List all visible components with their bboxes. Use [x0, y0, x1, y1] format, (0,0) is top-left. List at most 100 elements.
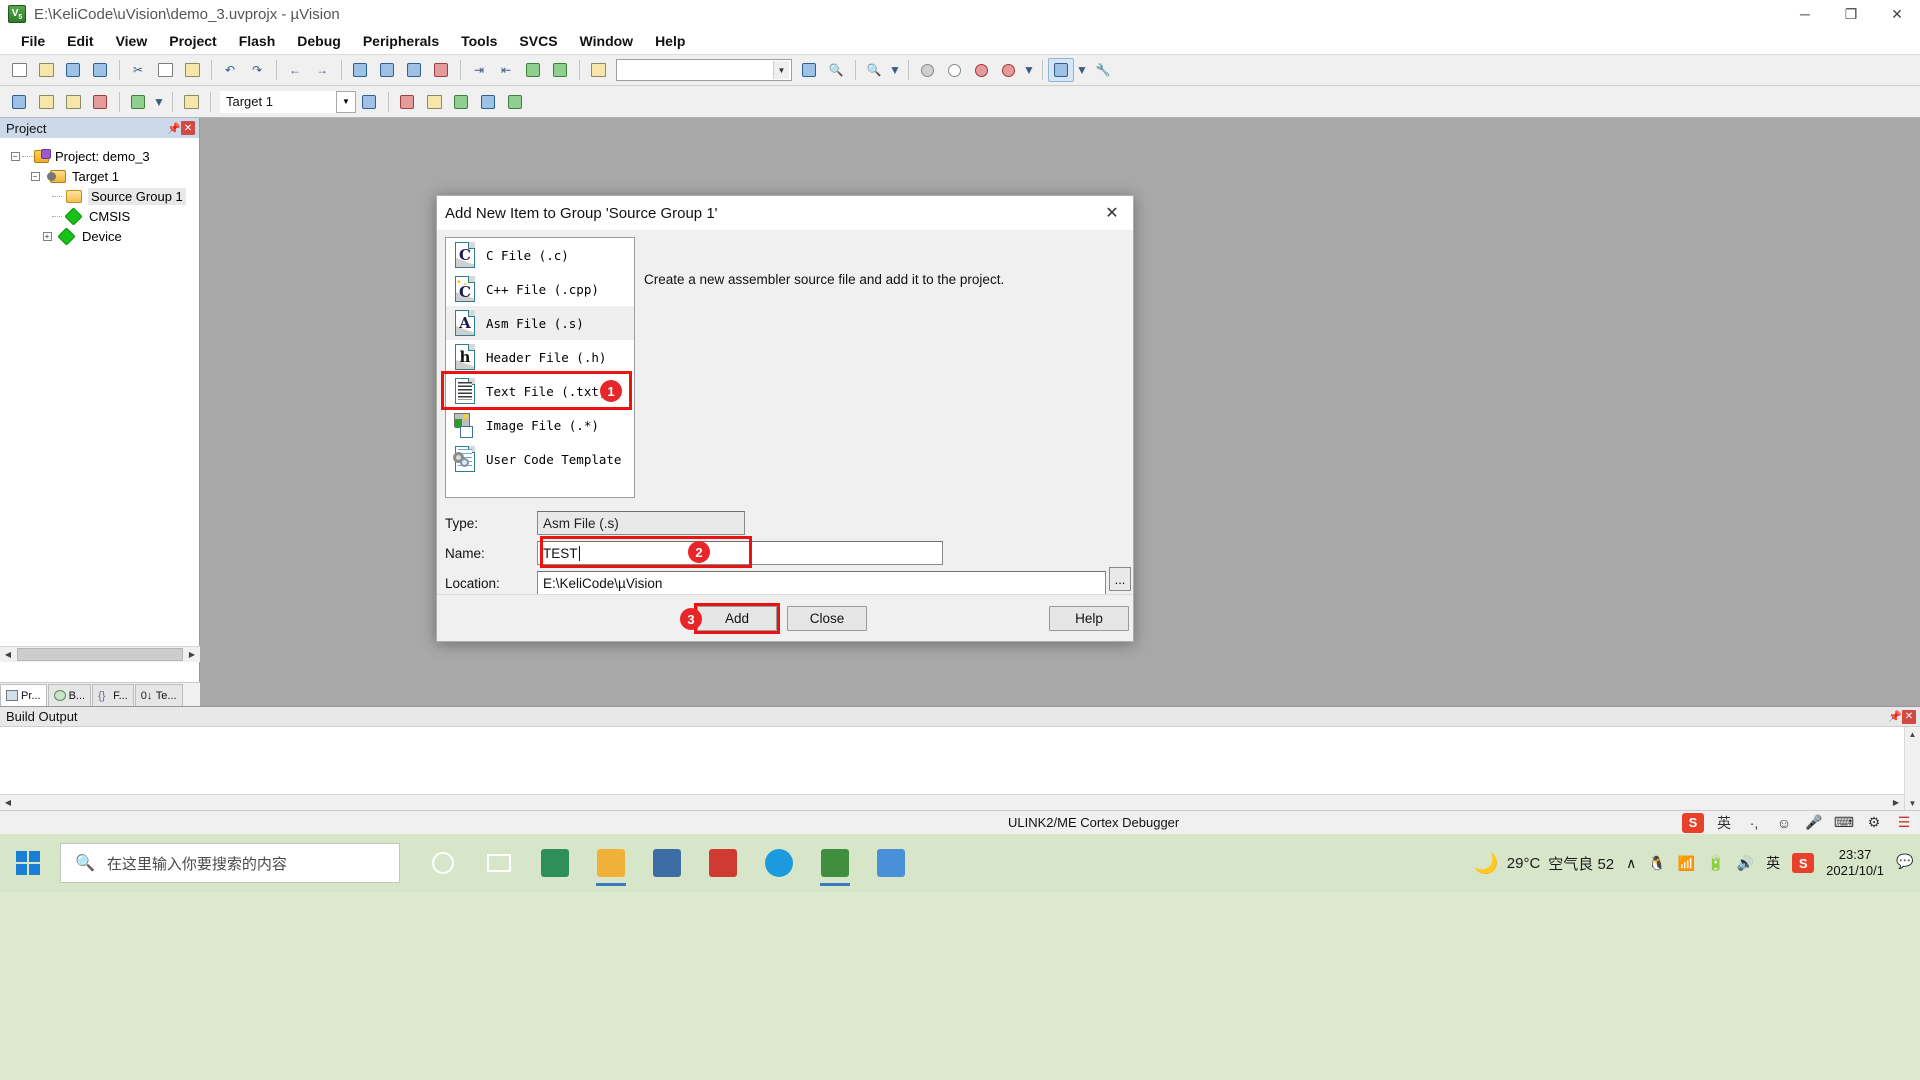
- sogou-icon[interactable]: S: [1682, 812, 1704, 833]
- target-selector[interactable]: Target 1: [220, 90, 336, 113]
- chevron-down-icon[interactable]: ▼: [773, 61, 789, 79]
- scroll-left-icon[interactable]: ◀: [0, 647, 16, 662]
- copy-icon[interactable]: [152, 58, 178, 82]
- breakpoint-disable-icon[interactable]: [941, 58, 967, 82]
- cortana-icon[interactable]: [426, 840, 460, 886]
- batch-build-icon[interactable]: [87, 90, 113, 114]
- volume-icon[interactable]: 🔊: [1737, 855, 1754, 872]
- download-icon[interactable]: [178, 90, 204, 114]
- cancel-button[interactable]: Close: [787, 606, 867, 631]
- pin-icon[interactable]: 📌: [1888, 710, 1902, 724]
- open-file-icon[interactable]: [33, 58, 59, 82]
- manage-project-items-icon[interactable]: [394, 90, 420, 114]
- menu-item-tools[interactable]: Tools: [450, 30, 508, 52]
- find-combo[interactable]: ▼: [616, 59, 792, 81]
- project-tree-horizontal-scrollbar[interactable]: ◀ ▶: [0, 646, 200, 662]
- list-item-c-file[interactable]: C C File (.c): [446, 238, 634, 272]
- menu-item-help[interactable]: Help: [644, 30, 696, 52]
- breakpoint-icon[interactable]: [914, 58, 940, 82]
- mysql-icon[interactable]: [650, 840, 684, 886]
- build-output-text[interactable]: [0, 727, 1920, 789]
- scrollbar-thumb[interactable]: [17, 648, 183, 661]
- incremental-find-icon[interactable]: 🔍: [823, 58, 849, 82]
- ime-icon[interactable]: 英: [1766, 853, 1780, 873]
- comment-icon[interactable]: [520, 58, 546, 82]
- menu-item-file[interactable]: File: [10, 30, 56, 52]
- bookmark-toggle-icon[interactable]: [347, 58, 373, 82]
- find-in-files-icon[interactable]: [796, 58, 822, 82]
- minimize-button[interactable]: ─: [1782, 0, 1828, 28]
- paste-icon[interactable]: [179, 58, 205, 82]
- tab-books[interactable]: B...: [47, 684, 92, 706]
- file-explorer-icon[interactable]: [594, 840, 628, 886]
- tab-functions[interactable]: {} F...: [92, 684, 134, 706]
- close-icon[interactable]: ✕: [1091, 197, 1133, 229]
- maximize-button[interactable]: ❐: [1828, 0, 1874, 28]
- svcs-icon[interactable]: [502, 90, 528, 114]
- scroll-left-icon[interactable]: ◀: [0, 795, 16, 810]
- tree-item-device[interactable]: + Device: [0, 226, 199, 246]
- task-view-icon[interactable]: [482, 840, 516, 886]
- ime-voice-icon[interactable]: 🎤: [1804, 814, 1824, 832]
- redo-icon[interactable]: ↷: [244, 58, 270, 82]
- windows-start-icon[interactable]: [0, 834, 56, 892]
- options-for-target-icon[interactable]: [356, 90, 382, 114]
- browse-button[interactable]: ...: [1109, 567, 1131, 591]
- scroll-right-icon[interactable]: ▶: [1888, 795, 1904, 810]
- bookmark-next-icon[interactable]: [401, 58, 427, 82]
- scroll-down-icon[interactable]: ▼: [1905, 796, 1920, 811]
- translate-icon[interactable]: [6, 90, 32, 114]
- bookmark-prev-icon[interactable]: [374, 58, 400, 82]
- menu-item-view[interactable]: View: [105, 30, 159, 52]
- multi-project-icon[interactable]: [475, 90, 501, 114]
- tab-project[interactable]: Pr...: [0, 684, 47, 706]
- ime-toolbox-icon[interactable]: ⚙: [1864, 814, 1884, 832]
- expander-icon[interactable]: −: [28, 169, 42, 183]
- menu-item-flash[interactable]: Flash: [228, 30, 287, 52]
- sogou-icon[interactable]: S: [1792, 853, 1815, 873]
- ime-keyboard-icon[interactable]: ⌨: [1834, 814, 1854, 832]
- pin-icon[interactable]: 📌: [167, 121, 181, 135]
- chevron-down-icon[interactable]: ▼: [336, 90, 356, 113]
- wifi-icon[interactable]: 📶: [1678, 855, 1695, 872]
- pdf-reader-icon[interactable]: [706, 840, 740, 886]
- tab-templates[interactable]: 0↓ Te...: [134, 684, 183, 706]
- cut-icon[interactable]: ✂: [125, 58, 151, 82]
- add-button[interactable]: Add: [697, 606, 777, 631]
- menu-item-window[interactable]: Window: [569, 30, 645, 52]
- outdent-icon[interactable]: ⇤: [493, 58, 519, 82]
- close-icon[interactable]: ✕: [1902, 709, 1916, 724]
- help-button[interactable]: Help: [1049, 606, 1129, 631]
- list-item-image-file[interactable]: Image File (.*): [446, 408, 634, 442]
- indent-icon[interactable]: ⇥: [466, 58, 492, 82]
- list-item-asm-file[interactable]: A Asm File (.s): [446, 306, 634, 340]
- list-item-user-code-template[interactable]: User Code Template: [446, 442, 634, 476]
- bookmark-clear-icon[interactable]: [428, 58, 454, 82]
- store-icon[interactable]: [538, 840, 572, 886]
- rebuild-icon[interactable]: [60, 90, 86, 114]
- build-icon[interactable]: [33, 90, 59, 114]
- menu-item-svcs[interactable]: SVCS: [508, 30, 568, 52]
- close-icon[interactable]: ✕: [181, 121, 195, 135]
- tree-item-source-group-1[interactable]: Source Group 1: [0, 186, 199, 206]
- configuration-wizard-icon[interactable]: 🔧: [1090, 58, 1116, 82]
- qq-penguin-icon[interactable]: 🐧: [1648, 855, 1665, 872]
- uncomment-icon[interactable]: [547, 58, 573, 82]
- manage-run-time-env-icon[interactable]: [421, 90, 447, 114]
- save-icon[interactable]: [60, 58, 86, 82]
- tree-item-cmsis[interactable]: CMSIS: [0, 206, 199, 226]
- window-layout-icon[interactable]: [1048, 58, 1074, 82]
- notification-icon[interactable]: 💬: [1896, 853, 1913, 873]
- tree-item-project[interactable]: − Project: demo_3: [0, 146, 199, 166]
- ime-menu-icon[interactable]: ☰: [1894, 814, 1914, 832]
- navigate-back-icon[interactable]: ←: [282, 58, 308, 82]
- new-file-icon[interactable]: [6, 58, 32, 82]
- phone-link-icon[interactable]: [874, 840, 908, 886]
- chevron-down-icon[interactable]: ▼: [152, 90, 166, 114]
- expander-icon[interactable]: −: [8, 149, 22, 163]
- scroll-up-icon[interactable]: ▲: [1905, 727, 1920, 742]
- location-input[interactable]: E:\KeliCode\µVision: [537, 571, 1106, 595]
- menu-item-peripherals[interactable]: Peripherals: [352, 30, 450, 52]
- search-input[interactable]: 🔍 在这里输入你要搜索的内容: [60, 843, 400, 883]
- menu-item-project[interactable]: Project: [158, 30, 227, 52]
